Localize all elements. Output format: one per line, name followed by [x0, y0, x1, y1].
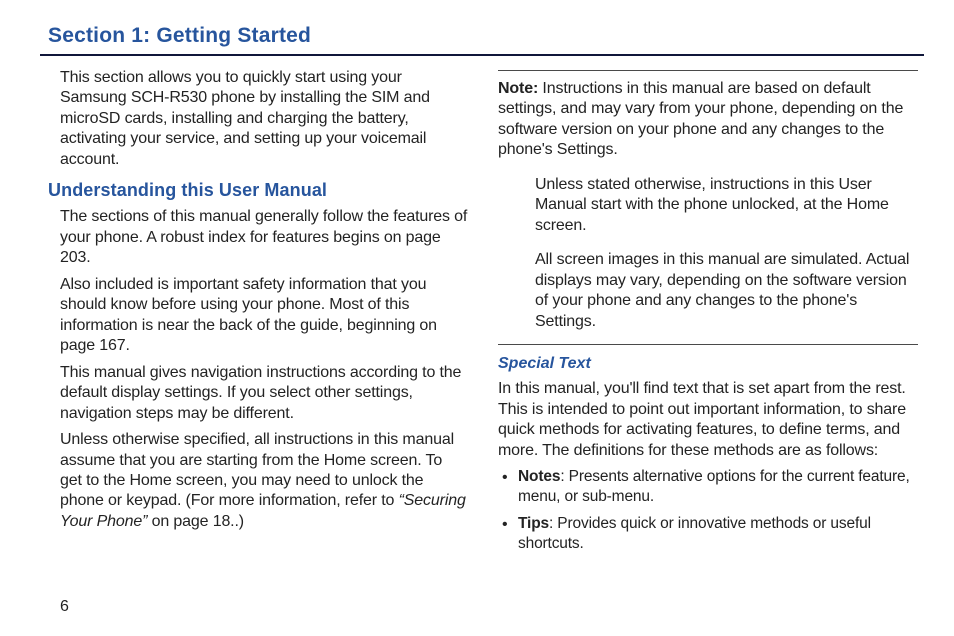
manual-page: Section 1: Getting Started This section … [0, 0, 954, 636]
two-column-layout: This section allows you to quickly start… [48, 62, 920, 561]
bullet-term: Tips [518, 515, 549, 532]
note-paragraph: Unless stated otherwise, instructions in… [498, 175, 918, 236]
heading-understanding-manual: Understanding this User Manual [48, 180, 468, 201]
note-block: Note: Instructions in this manual are ba… [498, 70, 918, 345]
right-column: Note: Instructions in this manual are ba… [498, 62, 918, 561]
list-item: Notes: Presents alternative options for … [498, 467, 918, 508]
note-paragraph: All screen images in this manual are sim… [498, 250, 918, 332]
bullet-list: Notes: Presents alternative options for … [498, 467, 918, 555]
paragraph: In this manual, you'll find text that is… [498, 379, 918, 461]
paragraph: This manual gives navigation instruction… [60, 363, 468, 424]
bullet-term: Notes [518, 468, 560, 485]
page-number: 6 [60, 598, 69, 616]
title-rule [40, 54, 924, 56]
text-run: on page 18..) [147, 513, 244, 530]
note-paragraph: Note: Instructions in this manual are ba… [498, 79, 918, 161]
bullet-desc: : Presents alternative options for the c… [518, 468, 910, 505]
list-item: Tips: Provides quick or innovative metho… [498, 514, 918, 555]
text-run: Unless otherwise specified, all instruct… [60, 431, 454, 509]
heading-special-text: Special Text [498, 355, 918, 373]
section-title: Section 1: Getting Started [48, 24, 920, 48]
paragraph: Also included is important safety inform… [60, 275, 468, 357]
paragraph: Unless otherwise specified, all instruct… [60, 430, 468, 532]
note-label: Note: [498, 80, 538, 97]
bullet-desc: : Provides quick or innovative methods o… [518, 515, 871, 552]
paragraph: The sections of this manual generally fo… [60, 207, 468, 268]
note-text: Instructions in this manual are based on… [498, 80, 903, 158]
intro-paragraph: This section allows you to quickly start… [60, 68, 468, 170]
left-column: This section allows you to quickly start… [48, 62, 468, 561]
